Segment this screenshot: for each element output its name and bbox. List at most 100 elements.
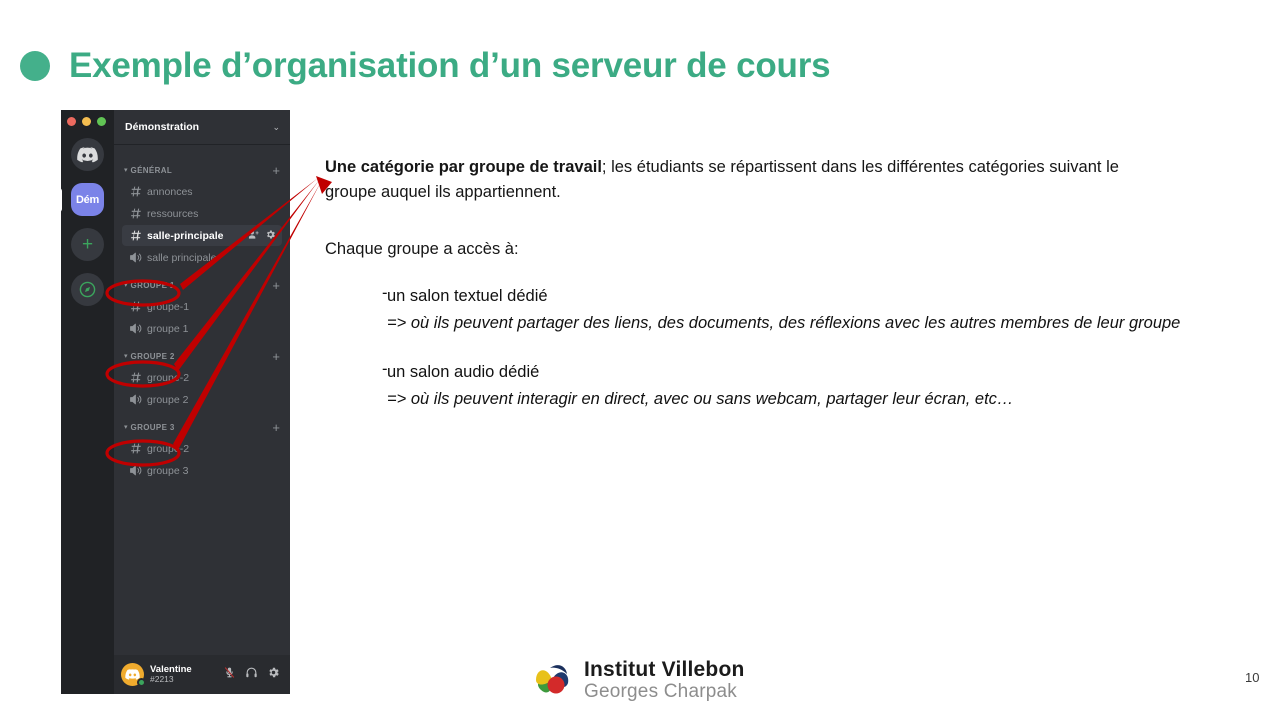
- user-panel: Valentine #2213: [114, 655, 290, 694]
- chevron-down-icon[interactable]: ▾: [124, 167, 128, 174]
- discord-home-icon[interactable]: [71, 138, 104, 171]
- channel-voice-groupe-1[interactable]: groupe 1: [122, 318, 282, 339]
- microphone-muted-icon[interactable]: [223, 666, 236, 684]
- channel-name-label: groupe 2: [147, 393, 189, 406]
- user-panel-actions: [223, 666, 284, 684]
- bullet-item: - un salon textuel dédié => où ils peuvent…: [325, 284, 1225, 338]
- speaker-icon: [129, 393, 143, 406]
- hash-icon: [129, 300, 143, 313]
- user-settings-gear-icon[interactable]: [267, 666, 280, 684]
- minimize-window-button[interactable]: [81, 117, 91, 126]
- user-discriminator-label: #2213: [150, 674, 174, 685]
- discord-guild-rail: Dém +: [61, 110, 114, 694]
- category-header-groupe-1[interactable]: ▾ GROUPE 1 +: [114, 276, 290, 295]
- page-number: 10: [1245, 670, 1260, 685]
- category-label: GÉNÉRAL: [130, 166, 173, 175]
- channel-name-label: groupe-2: [147, 371, 190, 384]
- speaker-icon: [129, 322, 143, 335]
- slide-body: Une catégorie par groupe de travail; les…: [325, 155, 1225, 414]
- hash-icon: [129, 371, 143, 384]
- server-header[interactable]: Démonstration ⌄: [114, 110, 290, 144]
- chevron-down-icon[interactable]: ▾: [124, 353, 128, 360]
- edit-channel-gear-icon[interactable]: [265, 227, 276, 245]
- slide-root: Exemple d’organisation d’un serveur de c…: [0, 0, 1280, 720]
- bullet-body: un salon textuel dédié => où ils peuvent …: [387, 284, 1225, 338]
- logo-line-2: Georges Charpak: [584, 681, 737, 702]
- intro-paragraph: Une catégorie par groupe de travail; les…: [325, 155, 1165, 205]
- category-header-groupe-3[interactable]: ▾ GROUPE 3 +: [114, 418, 290, 437]
- bullet-dash: -: [382, 284, 388, 302]
- create-channel-plus-icon[interactable]: +: [272, 350, 280, 363]
- channel-text-annonces[interactable]: annonces: [122, 181, 282, 202]
- status-badge-online: [137, 678, 146, 687]
- channel-text-groupe-2[interactable]: groupe-2: [122, 438, 282, 459]
- create-invite-icon[interactable]: [248, 227, 259, 245]
- channel-text-groupe-1[interactable]: groupe-1: [122, 296, 282, 317]
- bullet-subtext: => où ils peuvent interagir en direct, a…: [387, 390, 1014, 408]
- bullet-title: un salon audio dédié: [387, 363, 540, 381]
- discord-app-window: Dém + Démonstration ⌄ ▾ GÉNÉRAL + annonces r…: [61, 110, 290, 694]
- add-server-label: +: [81, 234, 94, 255]
- create-channel-plus-icon[interactable]: +: [272, 164, 280, 177]
- hash-icon: [129, 442, 143, 455]
- chevron-down-icon[interactable]: ⌄: [272, 122, 280, 133]
- channel-voice-salle-principale[interactable]: salle principale: [122, 247, 282, 268]
- window-traffic-lights: [66, 117, 106, 126]
- bullet-list: - un salon textuel dédié => où ils peuvent…: [325, 284, 1225, 414]
- bullet-title: un salon textuel dédié: [387, 287, 548, 305]
- slide-title-row: Exemple d’organisation d’un serveur de c…: [20, 46, 831, 86]
- headphones-icon[interactable]: [245, 666, 258, 684]
- channel-voice-groupe-2[interactable]: groupe 2: [122, 389, 282, 410]
- speaker-icon: [129, 464, 143, 477]
- server-icon-label: Dém: [76, 193, 99, 206]
- avatar[interactable]: [121, 663, 146, 687]
- category-header-général[interactable]: ▾ GÉNÉRAL +: [114, 161, 290, 180]
- hash-icon: [129, 229, 143, 242]
- category-label: GROUPE 2: [130, 352, 175, 361]
- intro-bold-text: Une catégorie par groupe de travail: [325, 158, 602, 176]
- bullet-subtext: => où ils peuvent partager des liens, de…: [387, 314, 1181, 332]
- logo-wordmark: Institut Villebon Georges Charpak: [584, 659, 745, 701]
- logo-line-1: Institut Villebon: [584, 658, 745, 681]
- page-title: Exemple d’organisation d’un serveur de c…: [69, 46, 831, 85]
- server-name-label: Démonstration: [125, 121, 200, 133]
- institut-villebon-logo: Institut Villebon Georges Charpak: [530, 659, 745, 701]
- category-label: GROUPE 1: [130, 281, 175, 290]
- title-bullet-icon: [20, 51, 50, 81]
- bullet-dash: -: [382, 360, 388, 378]
- chevron-down-icon[interactable]: ▾: [124, 424, 128, 431]
- discord-channel-column: Démonstration ⌄ ▾ GÉNÉRAL + annonces ressour…: [114, 110, 290, 694]
- explore-servers-compass-icon[interactable]: [71, 273, 104, 306]
- channel-voice-groupe-3[interactable]: groupe 3: [122, 460, 282, 481]
- create-channel-plus-icon[interactable]: +: [272, 421, 280, 434]
- channel-text-groupe-2[interactable]: groupe-2: [122, 367, 282, 388]
- category-label: GROUPE 3: [130, 423, 175, 432]
- hash-icon: [129, 185, 143, 198]
- channel-name-label: groupe-1: [147, 300, 190, 313]
- channel-list[interactable]: ▾ GÉNÉRAL + annonces ressources salle-princip…: [114, 144, 290, 655]
- category-header-groupe-2[interactable]: ▾ GROUPE 2 +: [114, 347, 290, 366]
- channel-name-label: salle principale: [147, 251, 217, 264]
- speaker-icon: [129, 251, 143, 264]
- channel-name-label: ressources: [147, 207, 199, 220]
- channel-text-salle-principale[interactable]: salle-principale: [122, 225, 282, 246]
- maximize-window-button[interactable]: [96, 117, 106, 126]
- hash-icon: [129, 207, 143, 220]
- server-icon-demonstration[interactable]: Dém: [61, 183, 104, 216]
- create-channel-plus-icon[interactable]: +: [272, 279, 280, 292]
- channel-text-ressources[interactable]: ressources: [122, 203, 282, 224]
- access-line: Chaque groupe a accès à:: [325, 240, 519, 258]
- channel-name-label: groupe 3: [147, 464, 189, 477]
- user-identity: Valentine #2213: [150, 664, 223, 685]
- channel-name-label: groupe-2: [147, 442, 190, 455]
- villebon-logo-icon: [536, 665, 569, 694]
- channel-name-label: groupe 1: [147, 322, 189, 335]
- bullet-body: un salon audio dédié => où ils peuvent i…: [387, 360, 1225, 414]
- channel-name-label: annonces: [147, 185, 193, 198]
- chevron-down-icon[interactable]: ▾: [124, 282, 128, 289]
- add-server-icon[interactable]: +: [71, 228, 104, 261]
- close-window-button[interactable]: [66, 117, 76, 126]
- bullet-item: - un salon audio dédié => où ils peuvent …: [325, 360, 1225, 414]
- channel-actions: [248, 227, 276, 245]
- channel-name-label: salle-principale: [147, 229, 224, 242]
